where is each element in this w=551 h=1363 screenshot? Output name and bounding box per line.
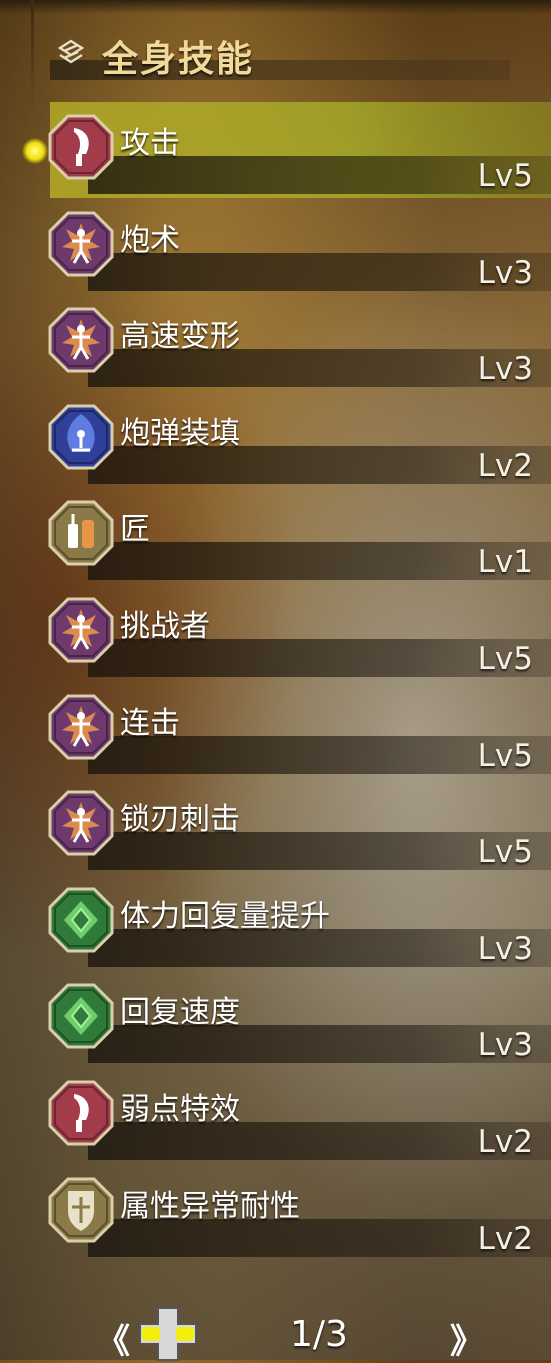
skill-row[interactable]: 弱点特效 Lv2 (0, 1066, 551, 1162)
skill-level: Lv2 (477, 1124, 533, 1160)
page-indicator: 1/3 (290, 1314, 348, 1355)
skill-level: Lv5 (477, 158, 533, 194)
skill-level: Lv5 (477, 641, 533, 677)
selection-cursor-icon (22, 138, 48, 164)
skill-level: Lv3 (477, 254, 533, 291)
blade-icon (48, 1080, 114, 1146)
skill-level: Lv3 (477, 351, 533, 388)
skill-name: 弱点特效 (120, 1092, 240, 1127)
skill-row[interactable]: 回复速度 Lv3 (0, 969, 551, 1065)
blade-icon (48, 114, 114, 180)
skill-row[interactable]: 匠 Lv1 (0, 486, 551, 582)
skill-name: 回复速度 (120, 995, 240, 1031)
skill-name: 属性异常耐性 (120, 1188, 300, 1224)
skill-row[interactable]: 炮弹装填 Lv2 (0, 390, 551, 486)
skill-level: Lv3 (477, 1027, 533, 1064)
skill-name: 炮弹装填 (120, 415, 240, 451)
skill-row[interactable]: 连击 Lv5 (0, 680, 551, 776)
figure-burst-icon (48, 597, 114, 663)
skill-name: 高速变形 (120, 319, 240, 355)
skill-level: Lv3 (477, 930, 533, 967)
skill-name: 挑战者 (120, 609, 210, 644)
figure-burst-icon (48, 790, 114, 856)
skill-name: 炮术 (120, 222, 180, 258)
section-title: 全身技能 (102, 39, 255, 80)
skill-name: 体力回复量提升 (120, 898, 330, 934)
skill-level: Lv5 (477, 834, 533, 871)
skill-level: Lv1 (477, 544, 533, 581)
skill-row[interactable]: 挑战者 Lv5 (0, 583, 551, 679)
top-edge (0, 0, 551, 14)
skill-name: 锁刃刺击 (120, 802, 240, 838)
skill-level: Lv2 (477, 1220, 533, 1257)
skill-row[interactable]: 炮术 Lv3 (0, 197, 551, 293)
figure-burst-icon (48, 211, 114, 277)
skill-level: Lv5 (477, 737, 533, 774)
prev-page-button[interactable]: 《 (96, 1314, 130, 1363)
flame-figure-icon (48, 404, 114, 470)
skill-row[interactable]: 高速变形 Lv3 (0, 293, 551, 389)
shield-icon (48, 1177, 114, 1243)
skill-level: Lv2 (477, 447, 533, 484)
skill-row[interactable]: 锁刃刺击 Lv5 (0, 776, 551, 872)
dpad-icon (139, 1307, 197, 1361)
whetstone-icon (48, 500, 114, 566)
skill-name: 连击 (120, 705, 180, 741)
pagination: 《 1/3 》 (0, 1300, 551, 1363)
skill-row[interactable]: 属性异常耐性 Lv2 (0, 1163, 551, 1259)
skill-row[interactable]: 体力回复量提升 Lv3 (0, 873, 551, 969)
next-page-button[interactable]: 》 (450, 1314, 484, 1363)
armor-set-icon (57, 39, 85, 64)
figure-burst-icon (48, 307, 114, 373)
figure-burst-icon (48, 694, 114, 760)
gem-icon (48, 887, 114, 953)
gem-icon (48, 983, 114, 1049)
skill-row[interactable]: 攻击 Lv5 (0, 100, 551, 198)
skill-name: 匠 (120, 512, 150, 548)
skill-name: 攻击 (120, 126, 180, 161)
section-header: 全身技能 (50, 24, 551, 86)
